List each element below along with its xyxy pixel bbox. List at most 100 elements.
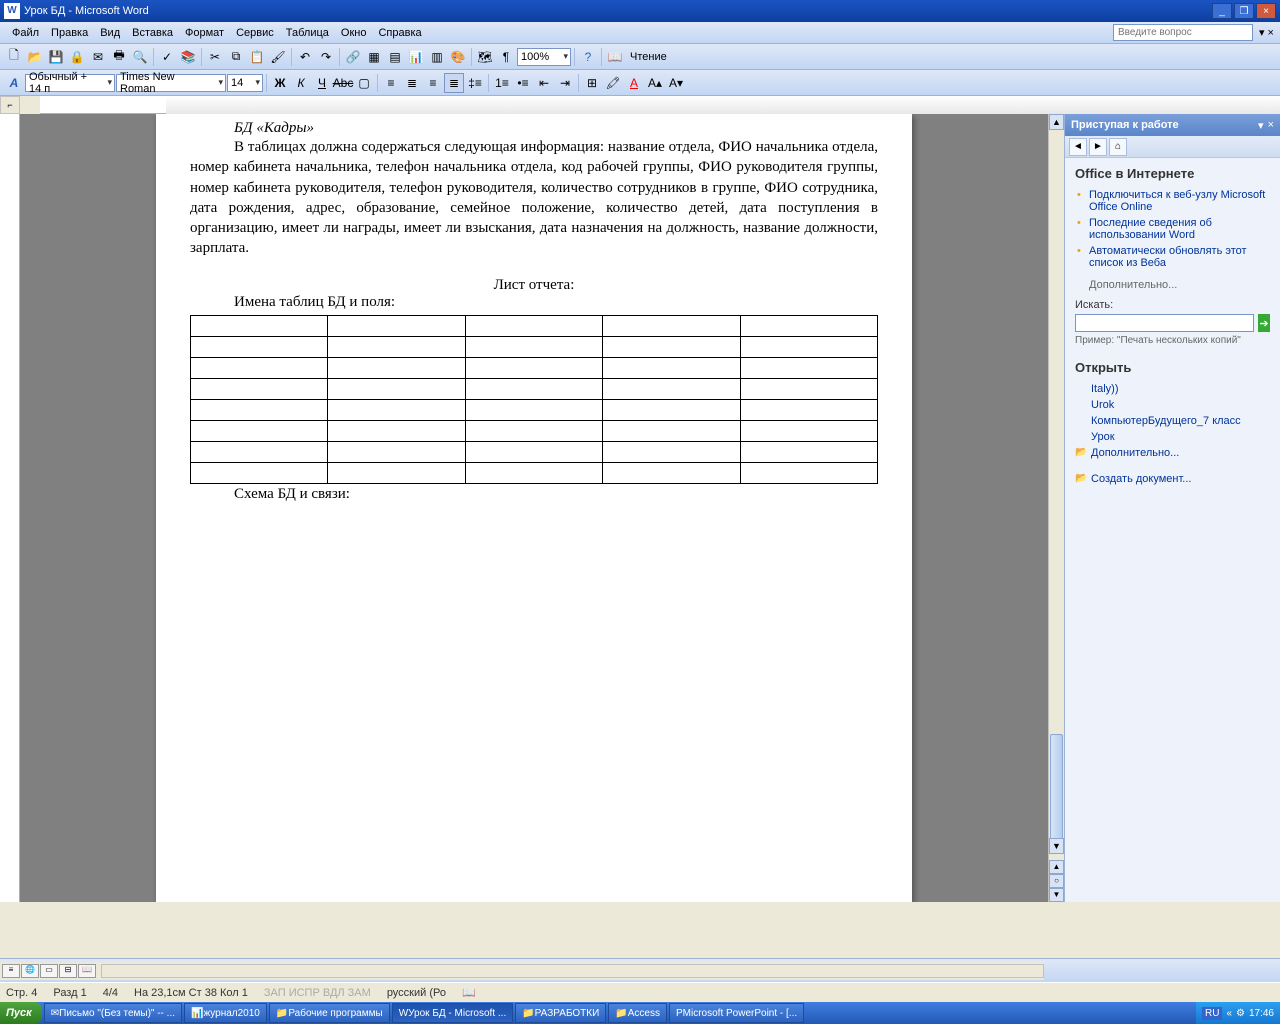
- borders-icon[interactable]: ⊞: [582, 73, 602, 93]
- menu-edit[interactable]: Правка: [45, 25, 94, 41]
- styles-icon[interactable]: А: [4, 73, 24, 93]
- recent-file-1[interactable]: Urok: [1075, 397, 1270, 413]
- menu-table[interactable]: Таблица: [280, 25, 335, 41]
- doc-close-button[interactable]: ▾ ×: [1259, 26, 1274, 39]
- bold-icon[interactable]: Ж: [270, 73, 290, 93]
- vertical-scrollbar[interactable]: ▲ ▼ ▲ ○ ▼: [1048, 114, 1064, 902]
- font-combo[interactable]: Times New Roman: [116, 74, 226, 92]
- menu-insert[interactable]: Вставка: [126, 25, 179, 41]
- task-3[interactable]: 📁 Рабочие программы: [269, 1003, 390, 1023]
- redo-icon[interactable]: ↷: [316, 47, 336, 67]
- reading-view-icon[interactable]: 📖: [78, 964, 96, 978]
- excel-icon[interactable]: 📊: [406, 47, 426, 67]
- doc-empty-table[interactable]: [190, 315, 878, 484]
- style-combo[interactable]: Обычный + 14 п: [25, 74, 115, 92]
- size-combo[interactable]: 14: [227, 74, 263, 92]
- menu-format[interactable]: Формат: [179, 25, 230, 41]
- menu-tools[interactable]: Сервис: [230, 25, 280, 41]
- show-hide-icon[interactable]: ¶: [496, 47, 516, 67]
- increase-indent-icon[interactable]: ⇥: [555, 73, 575, 93]
- taskpane-close-icon[interactable]: ×: [1268, 119, 1274, 132]
- paste-icon[interactable]: 📋: [247, 47, 267, 67]
- zoom-combo[interactable]: 100%: [517, 48, 571, 66]
- preview-icon[interactable]: 🔍: [130, 47, 150, 67]
- print-icon[interactable]: 🖶: [109, 47, 129, 67]
- line-spacing-icon[interactable]: ‡≡: [465, 73, 485, 93]
- scroll-down-icon[interactable]: ▼: [1049, 838, 1064, 854]
- font-color-icon[interactable]: А: [624, 73, 644, 93]
- scroll-thumb[interactable]: [1050, 734, 1063, 854]
- tray-lang-icon[interactable]: RU: [1202, 1007, 1222, 1020]
- justify-icon[interactable]: ≣: [444, 73, 464, 93]
- recent-file-2[interactable]: КомпьютерБудущего_7 класс: [1075, 413, 1270, 429]
- system-tray[interactable]: RU « ⚙ 17:46: [1196, 1002, 1280, 1024]
- taskpane-home-icon[interactable]: ⌂: [1109, 138, 1127, 156]
- help-icon[interactable]: ?: [578, 47, 598, 67]
- open-more[interactable]: Дополнительно...: [1075, 445, 1270, 461]
- outline-view-icon[interactable]: ⊟: [59, 964, 77, 978]
- new-icon[interactable]: 🗋: [4, 47, 24, 67]
- menu-file[interactable]: Файл: [6, 25, 45, 41]
- format-painter-icon[interactable]: 🖌: [268, 47, 288, 67]
- task-2[interactable]: 📊 журнал2010: [184, 1003, 267, 1023]
- taskpane-dropdown-icon[interactable]: ▾: [1258, 119, 1264, 132]
- strike-icon[interactable]: Abc: [333, 73, 353, 93]
- research-icon[interactable]: 📚: [178, 47, 198, 67]
- link-office-online[interactable]: Подключиться к веб-узлу Microsoft Office…: [1075, 187, 1270, 215]
- taskpane-search-input[interactable]: [1075, 314, 1254, 332]
- tables-borders-icon[interactable]: ▦: [364, 47, 384, 67]
- align-right-icon[interactable]: ≡: [423, 73, 443, 93]
- mail-icon[interactable]: ✉: [88, 47, 108, 67]
- normal-view-icon[interactable]: ≡: [2, 964, 20, 978]
- task-4[interactable]: W Урок БД - Microsoft ...: [392, 1003, 514, 1023]
- align-center-icon[interactable]: ≣: [402, 73, 422, 93]
- reading-label[interactable]: Чтение: [626, 51, 671, 63]
- docmap-icon[interactable]: 🗺: [475, 47, 495, 67]
- charborder-icon[interactable]: ▢: [354, 73, 374, 93]
- restore-button[interactable]: ❐: [1234, 3, 1254, 19]
- prev-page-icon[interactable]: ▲: [1049, 860, 1064, 874]
- link-auto-update[interactable]: Автоматически обновлять этот список из В…: [1075, 243, 1270, 271]
- save-icon[interactable]: 💾: [46, 47, 66, 67]
- reading-icon[interactable]: 📖: [605, 47, 625, 67]
- highlight-icon[interactable]: 🖍: [603, 73, 623, 93]
- shrink-font-icon[interactable]: A▾: [666, 73, 686, 93]
- document-page[interactable]: БД «Кадры» В таблицах должна содержаться…: [156, 114, 912, 902]
- copy-icon[interactable]: ⧉: [226, 47, 246, 67]
- taskpane-back-icon[interactable]: ◄: [1069, 138, 1087, 156]
- task-6[interactable]: 📁 Access: [608, 1003, 667, 1023]
- start-button[interactable]: Пуск: [0, 1002, 42, 1024]
- create-document[interactable]: Создать документ...: [1075, 471, 1270, 487]
- numbered-list-icon[interactable]: 1≡: [492, 73, 512, 93]
- cut-icon[interactable]: ✂: [205, 47, 225, 67]
- horizontal-ruler[interactable]: [40, 96, 1280, 114]
- align-left-icon[interactable]: ≡: [381, 73, 401, 93]
- next-page-icon[interactable]: ▼: [1049, 888, 1064, 902]
- tray-expand-icon[interactable]: «: [1226, 1008, 1232, 1019]
- recent-file-3[interactable]: Урок: [1075, 429, 1270, 445]
- help-search-input[interactable]: [1113, 24, 1253, 41]
- horizontal-scrollbar[interactable]: [101, 964, 1044, 978]
- scroll-up-icon[interactable]: ▲: [1049, 114, 1064, 130]
- web-view-icon[interactable]: 🌐: [21, 964, 39, 978]
- task-1[interactable]: ✉ Письмо "(Без темы)" -- ...: [44, 1003, 182, 1023]
- link-more[interactable]: Дополнительно...: [1075, 279, 1270, 291]
- drawing-icon[interactable]: 🎨: [448, 47, 468, 67]
- decrease-indent-icon[interactable]: ⇤: [534, 73, 554, 93]
- ruler-corner[interactable]: ⌐: [0, 96, 20, 114]
- columns-icon[interactable]: ▥: [427, 47, 447, 67]
- link-word-news[interactable]: Последние сведения об использовании Word: [1075, 215, 1270, 243]
- undo-icon[interactable]: ↶: [295, 47, 315, 67]
- tray-icon-1[interactable]: ⚙: [1236, 1008, 1245, 1019]
- menu-window[interactable]: Окно: [335, 25, 373, 41]
- minimize-button[interactable]: _: [1212, 3, 1232, 19]
- grow-font-icon[interactable]: A▴: [645, 73, 665, 93]
- task-5[interactable]: 📁 РАЗРАБОТКИ: [515, 1003, 606, 1023]
- document-area[interactable]: БД «Кадры» В таблицах должна содержаться…: [20, 114, 1048, 902]
- open-icon[interactable]: 📂: [25, 47, 45, 67]
- underline-icon[interactable]: Ч: [312, 73, 332, 93]
- insert-table-icon[interactable]: ▤: [385, 47, 405, 67]
- italic-icon[interactable]: К: [291, 73, 311, 93]
- vertical-ruler[interactable]: [0, 114, 20, 902]
- print-view-icon[interactable]: ▭: [40, 964, 58, 978]
